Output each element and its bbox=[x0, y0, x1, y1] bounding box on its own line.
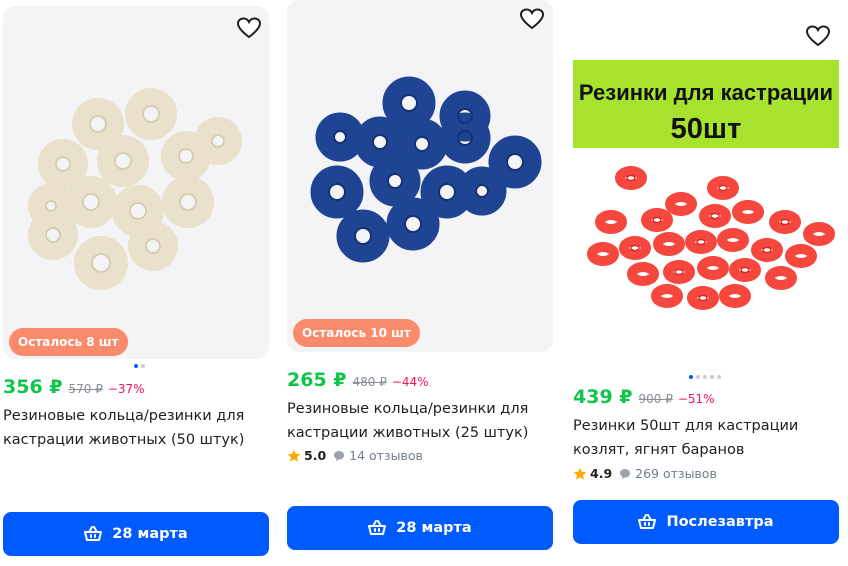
image-gallery-dots bbox=[134, 364, 145, 368]
gallery-dot bbox=[717, 375, 721, 379]
price-row: 356 ₽ 570 ₽ −37% bbox=[3, 376, 145, 398]
delivery-date-label: 28 марта bbox=[396, 520, 472, 536]
product-image-3[interactable]: Резинки для кастрации 50шт bbox=[573, 16, 839, 370]
chat-bubble-icon bbox=[620, 468, 631, 479]
discount-percent: −51% bbox=[677, 392, 715, 406]
price-row: 265 ₽ 480 ₽ −44% bbox=[287, 369, 429, 391]
current-price: 356 ₽ bbox=[3, 376, 63, 398]
product-title[interactable]: Резинки 50шт для кастрации козлят, ягнят… bbox=[573, 414, 835, 462]
gallery-dot bbox=[696, 375, 700, 379]
add-to-cart-button[interactable]: 28 марта bbox=[3, 512, 269, 556]
chat-bubble-icon bbox=[334, 450, 345, 461]
basket-icon bbox=[84, 526, 103, 541]
discount-percent: −44% bbox=[391, 375, 429, 389]
star-icon bbox=[573, 467, 587, 480]
gallery-dot bbox=[689, 375, 693, 379]
image-gallery-dots bbox=[689, 375, 721, 379]
old-price: 480 ₽ bbox=[352, 375, 387, 389]
favorite-heart-icon[interactable] bbox=[236, 16, 262, 40]
product-title[interactable]: Резиновые кольца/резинки для кастрации ж… bbox=[287, 397, 549, 445]
favorite-heart-icon[interactable] bbox=[805, 24, 831, 48]
stock-badge: Осталось 10 шт bbox=[293, 319, 420, 347]
gallery-dot bbox=[703, 375, 707, 379]
product-image-2[interactable]: Осталось 10 шт bbox=[287, 0, 553, 352]
delivery-date-label: Послезавтра bbox=[666, 514, 774, 530]
delivery-date-label: 28 марта bbox=[112, 526, 188, 542]
rings-photo bbox=[310, 76, 542, 263]
star-icon bbox=[287, 449, 301, 462]
gallery-dot bbox=[710, 375, 714, 379]
rating-value: 4.9 bbox=[590, 466, 613, 481]
basket-icon bbox=[368, 520, 387, 535]
product-image-1[interactable]: Осталось 8 шт bbox=[3, 6, 269, 359]
old-price: 570 ₽ bbox=[68, 382, 103, 396]
gallery-dot bbox=[134, 364, 138, 368]
rating-value: 5.0 bbox=[304, 448, 327, 463]
stock-badge: Осталось 8 шт bbox=[9, 328, 128, 356]
current-price: 439 ₽ bbox=[573, 386, 633, 408]
reviews-count: 14 отзывов bbox=[349, 448, 423, 463]
product-title[interactable]: Резиновые кольца/резинки для кастрации ж… bbox=[3, 404, 265, 452]
favorite-heart-icon[interactable] bbox=[519, 7, 545, 31]
current-price: 265 ₽ bbox=[287, 369, 347, 391]
price-row: 439 ₽ 900 ₽ −51% bbox=[573, 386, 715, 408]
add-to-cart-button[interactable]: 28 марта bbox=[287, 506, 553, 550]
reviews-count: 269 отзывов bbox=[635, 466, 717, 481]
discount-percent: −37% bbox=[107, 382, 145, 396]
old-price: 900 ₽ bbox=[638, 392, 673, 406]
basket-icon bbox=[638, 514, 657, 529]
rating-row[interactable]: 4.9 269 отзывов bbox=[573, 466, 717, 481]
add-to-cart-button[interactable]: Послезавтра bbox=[573, 500, 839, 544]
rings-photo bbox=[28, 88, 242, 290]
rings-photo bbox=[587, 166, 835, 310]
rating-row[interactable]: 5.0 14 отзывов bbox=[287, 448, 423, 463]
gallery-dot bbox=[141, 364, 145, 368]
